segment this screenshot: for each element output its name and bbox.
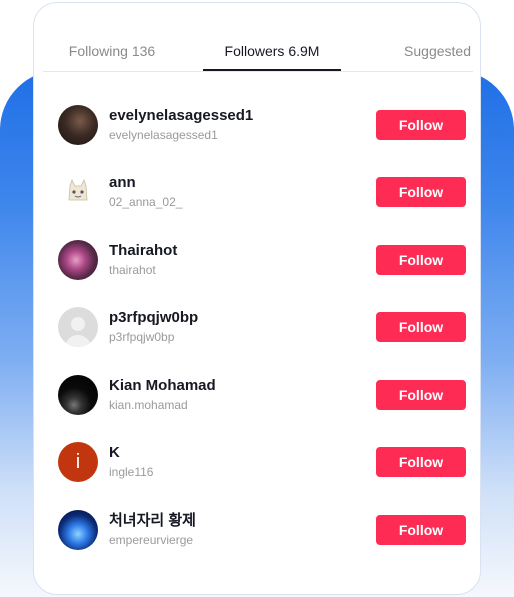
follow-button[interactable]: Follow [376, 514, 466, 545]
anime-character-icon [68, 179, 88, 201]
avatar[interactable] [58, 509, 98, 550]
follow-button[interactable]: Follow [376, 109, 466, 140]
avatar[interactable] [58, 374, 98, 415]
default-user-icon [71, 317, 85, 332]
tab-following[interactable]: Following 136 [43, 33, 181, 61]
tab-bar: Following 136 Followers 6.9M Suggested [43, 33, 473, 72]
followers-panel: Following 136 Followers 6.9M Suggested e… [33, 2, 481, 595]
follow-button[interactable]: Follow [376, 244, 466, 275]
tab-suggested[interactable]: Suggested [363, 33, 473, 61]
follow-button[interactable]: Follow [376, 447, 466, 478]
follow-button[interactable]: Follow [376, 379, 466, 410]
avatar[interactable] [58, 172, 98, 213]
tab-followers[interactable]: Followers 6.9M [203, 33, 341, 71]
followers-list: evelynelasagessed1 evelynelasagessed1 Fo… [58, 91, 466, 564]
list-item: p3rfpqjw0bp p3rfpqjw0bp Follow [58, 294, 466, 362]
list-item: 처녀자리 황제 empereurvierge Follow [58, 496, 466, 564]
avatar[interactable] [58, 239, 98, 280]
list-item: evelynelasagessed1 evelynelasagessed1 Fo… [58, 91, 466, 159]
list-item: Kian Mohamad kian.mohamad Follow [58, 361, 466, 429]
avatar-letter: i [75, 450, 81, 473]
follow-button[interactable]: Follow [376, 312, 466, 343]
avatar[interactable] [58, 104, 98, 145]
follow-button[interactable]: Follow [376, 177, 466, 208]
avatar[interactable]: i [58, 442, 98, 483]
list-item: Thairahot thairahot Follow [58, 226, 466, 294]
list-item: i K ingle116 Follow [58, 429, 466, 497]
list-item: ann 02_anna_02_ Follow [58, 159, 466, 227]
avatar[interactable] [58, 307, 98, 348]
